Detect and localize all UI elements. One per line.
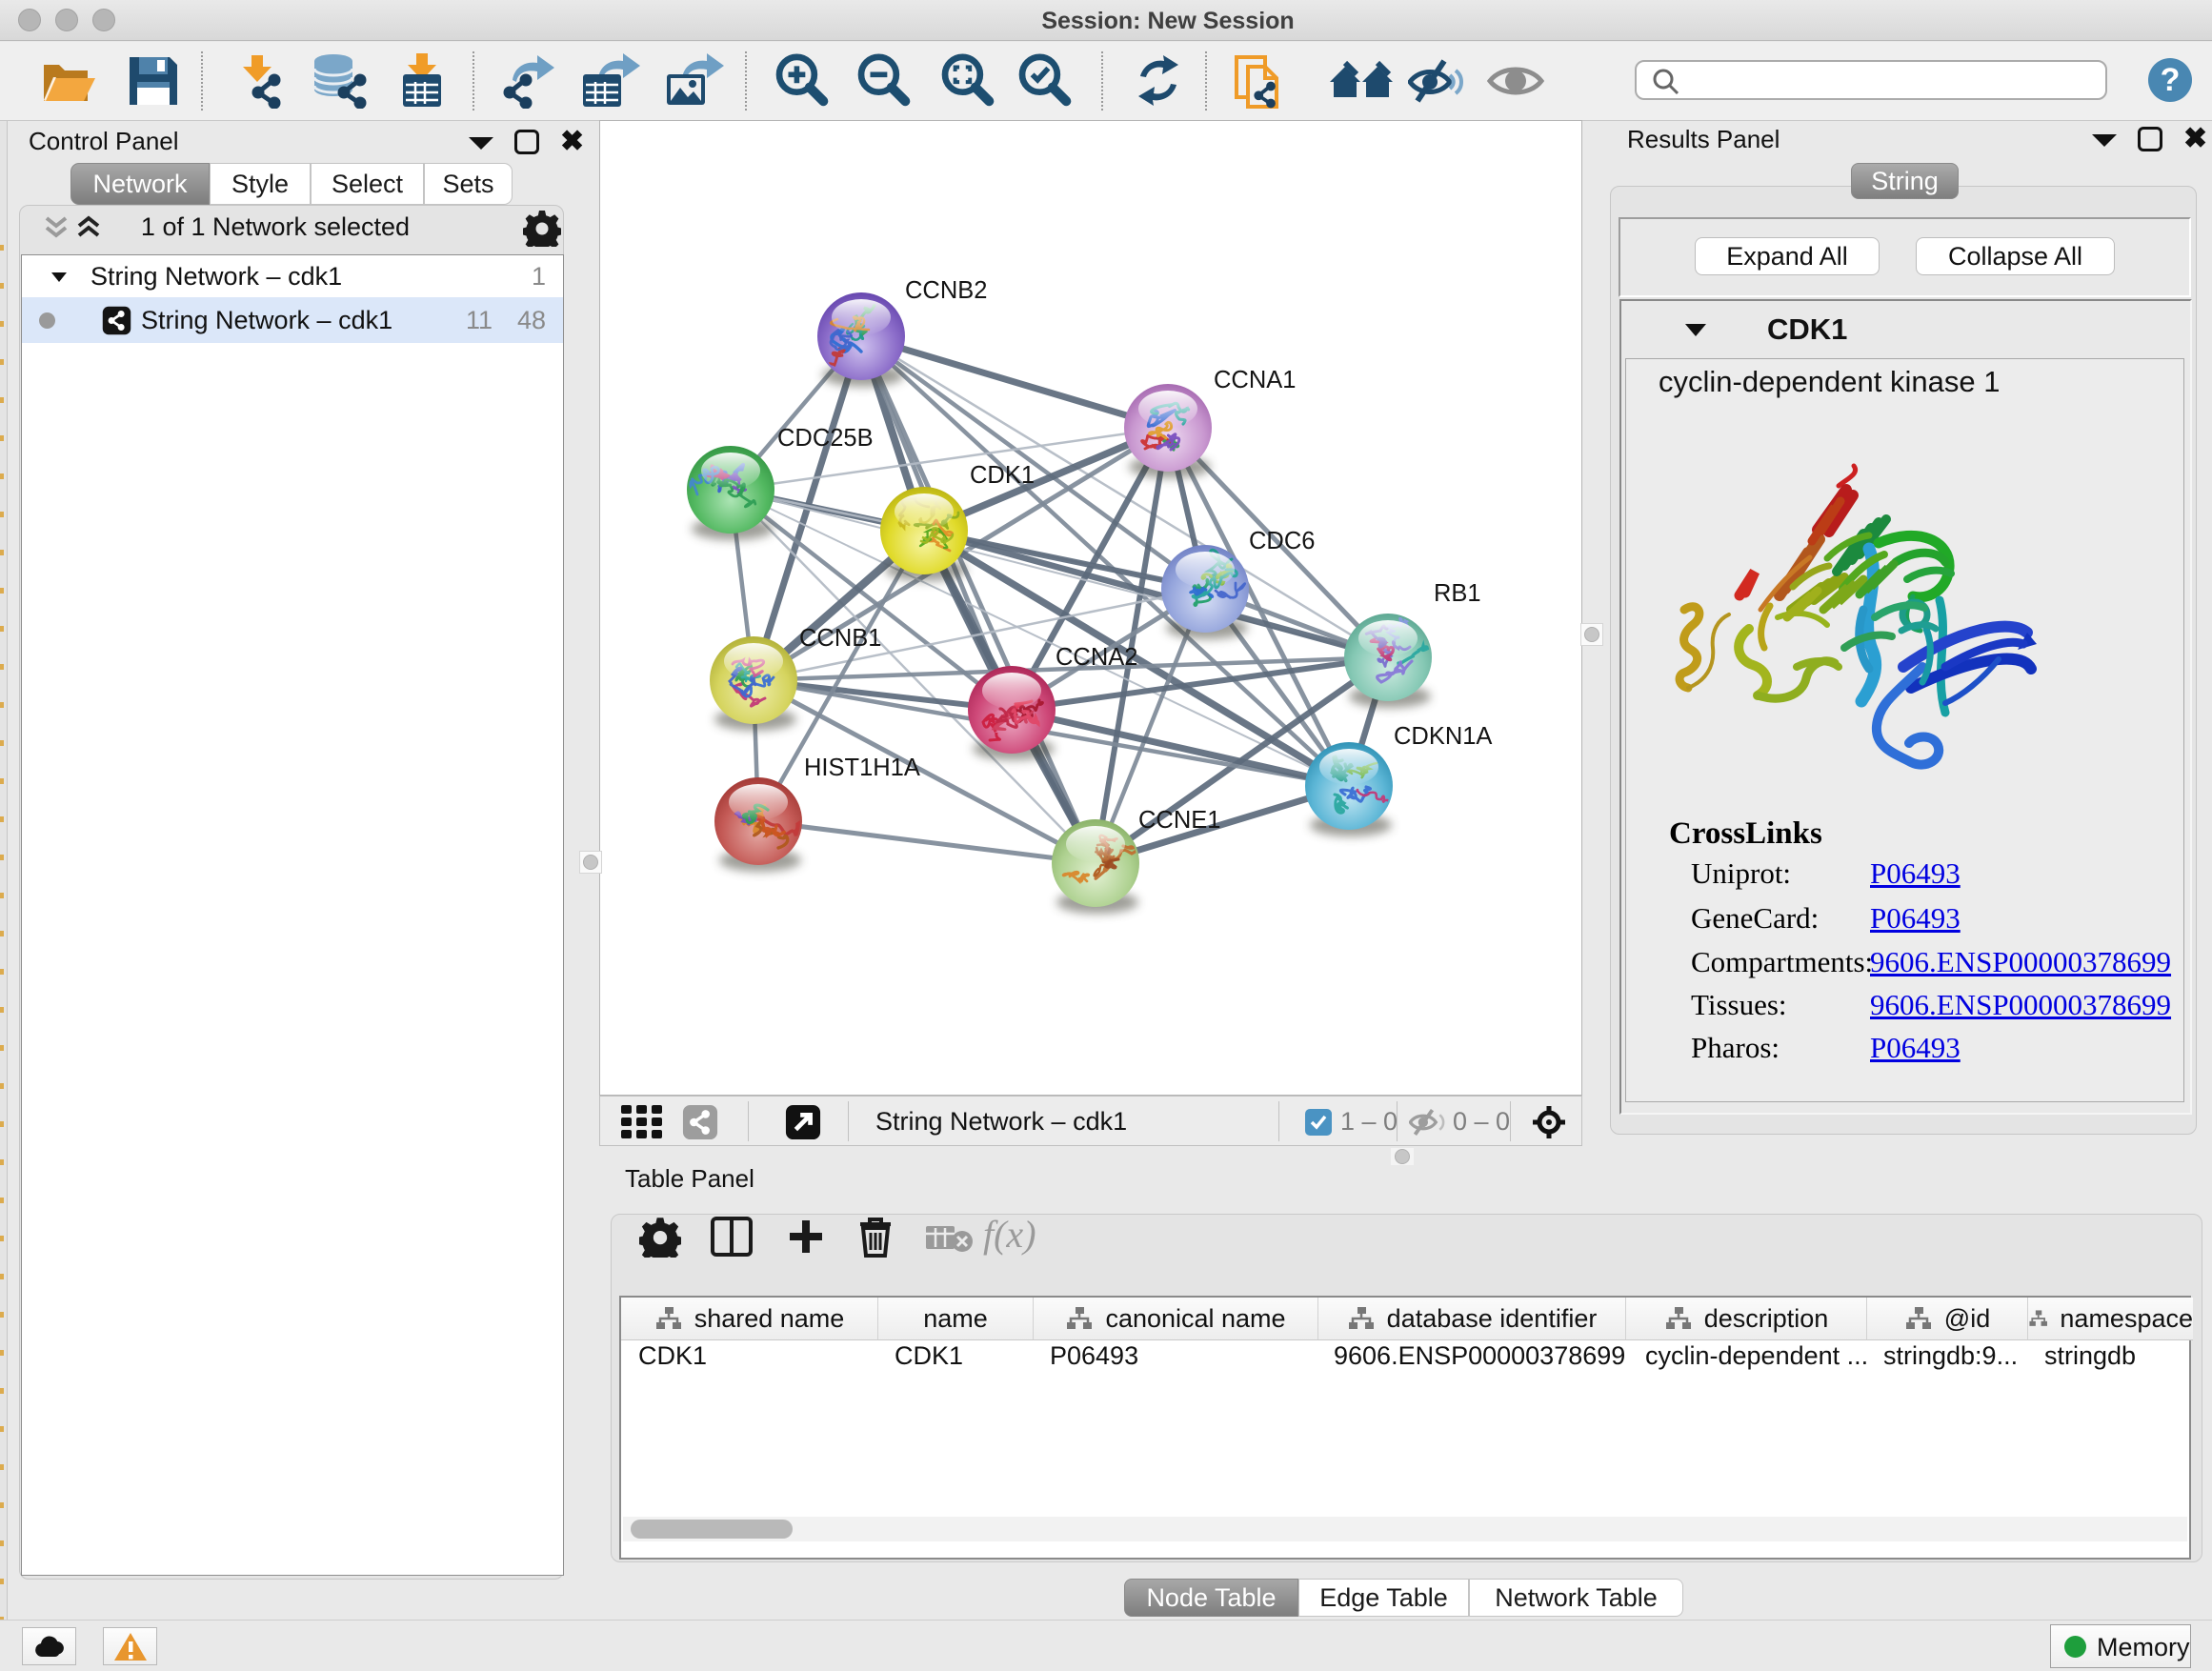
svg-text:CDC25B: CDC25B xyxy=(777,425,874,452)
svg-text:CCNB2: CCNB2 xyxy=(905,277,987,304)
svg-text:CCNB1: CCNB1 xyxy=(799,625,881,652)
svg-text:HIST1H1A: HIST1H1A xyxy=(804,755,920,781)
svg-text:CCNE1: CCNE1 xyxy=(1138,807,1220,834)
svg-text:RB1: RB1 xyxy=(1434,580,1481,607)
svg-text:CDKN1A: CDKN1A xyxy=(1394,723,1492,750)
svg-text:CDK1: CDK1 xyxy=(970,462,1035,489)
svg-text:CCNA2: CCNA2 xyxy=(1056,644,1137,671)
svg-text:CCNA1: CCNA1 xyxy=(1214,367,1296,393)
svg-text:CDC6: CDC6 xyxy=(1249,528,1315,554)
